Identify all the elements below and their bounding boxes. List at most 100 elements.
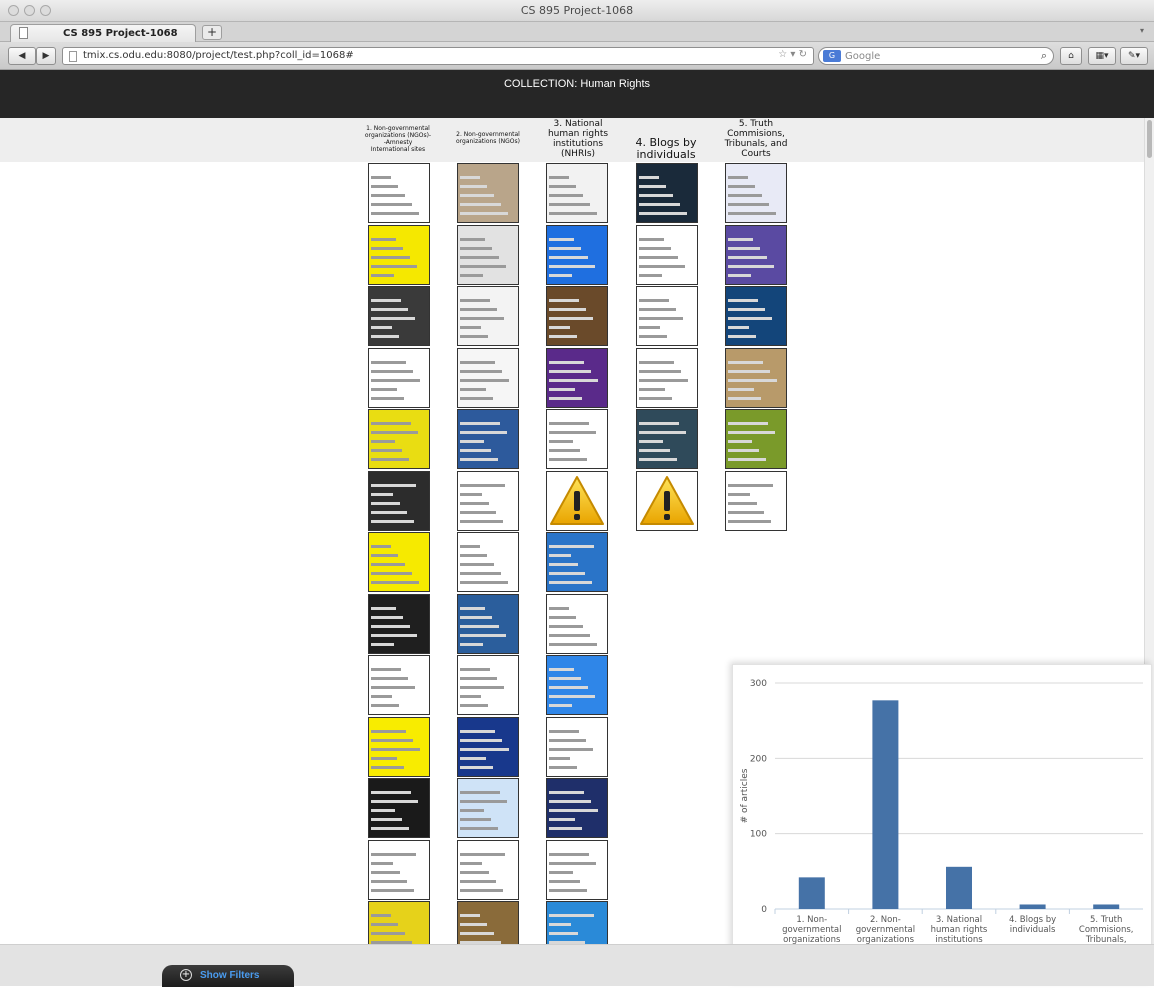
thumbnail-text-line [549,299,579,302]
thumbnail-text-line [639,203,680,206]
page-thumbnail[interactable] [457,286,519,346]
thumbnail-text-line [549,449,580,452]
page-thumbnail[interactable] [546,224,608,285]
thumbnail-text-line [460,194,494,197]
thumbnail-text-line [728,246,760,250]
page-thumbnail[interactable] [546,286,608,346]
home-button[interactable]: ⌂ [1060,47,1082,65]
page-thumbnail[interactable] [546,655,608,715]
thumbnail-text-line [460,791,500,794]
page-thumbnail[interactable] [636,286,698,346]
page-thumbnail[interactable] [546,593,608,654]
x-tick-label-line: human rights [931,925,988,935]
show-filters-button[interactable]: + Show Filters [162,965,294,987]
thumbnail-text-line [549,378,598,382]
thumbnail-text-line [728,308,765,311]
page-thumbnail[interactable] [725,470,787,531]
thumbnail-text-line [549,308,586,311]
thumbnail-text-line [371,317,415,320]
forward-button[interactable]: ▶ [36,47,56,65]
page-thumbnail[interactable] [368,347,430,408]
page-thumbnail[interactable] [457,716,519,777]
thumbnail-text-line [549,677,581,680]
thumbnail-text-line [728,519,771,523]
page-thumbnail[interactable] [457,839,519,900]
url-input[interactable]: tmix.cs.odu.edu:8080/project/test.php?co… [83,50,354,61]
page-thumbnail[interactable] [725,224,787,285]
page-thumbnail[interactable] [725,347,787,408]
thumbnail-text-line [549,237,574,241]
page-thumbnail[interactable] [546,532,608,592]
page-thumbnail[interactable] [546,901,608,944]
page-thumbnail[interactable] [457,778,519,838]
thumbnail-text-line [460,879,496,883]
google-engine-icon[interactable]: G [823,50,841,62]
missing-thumbnail-warning-icon[interactable] [636,470,698,531]
thumbnail-text-line [639,299,669,302]
page-thumbnail[interactable] [636,163,698,223]
tab-project[interactable]: CS 895 Project-1068 [10,24,196,42]
page-thumbnail[interactable] [725,409,787,469]
page-thumbnail[interactable] [457,224,519,285]
bookmark-star-icon[interactable]: ☆ ▾ ↻ [778,49,807,60]
page-thumbnail[interactable] [457,347,519,408]
tab-list-icon[interactable]: ▾ [1140,26,1144,35]
bar [872,700,899,909]
new-tab-button[interactable]: + [202,25,222,40]
page-thumbnail[interactable] [368,163,430,223]
page-thumbnail[interactable] [546,839,608,900]
back-button[interactable]: ◀ [8,47,36,65]
page-thumbnail[interactable] [368,286,430,346]
page-thumbnail[interactable] [368,409,430,469]
search-input[interactable]: Google [845,51,880,62]
url-bar[interactable]: tmix.cs.odu.edu:8080/project/test.php?co… [62,47,814,65]
page-thumbnail[interactable] [457,409,519,469]
page-thumbnail[interactable] [457,655,519,715]
page-thumbnail[interactable] [725,163,787,223]
thumbnail-text-line [460,308,497,311]
page-thumbnail[interactable] [368,839,430,900]
thumbnail-text-line [371,335,399,338]
thumbnail-text-line [460,686,504,689]
thumbnail-text-line [371,695,392,698]
page-thumbnail[interactable] [546,778,608,838]
thumbnail-text-line [549,563,578,566]
thumbnail-text-line [371,483,416,487]
thumbnail-text-line [549,554,571,557]
page-thumbnail[interactable] [368,224,430,285]
search-bar[interactable]: G Google ⌕ [818,47,1054,65]
page-thumbnail[interactable] [368,655,430,715]
page-thumbnail[interactable] [368,778,430,838]
thumbnail-text-line [460,704,488,707]
thumbnail-text-line [549,387,575,391]
search-icon[interactable]: ⌕ [1041,49,1047,63]
tools-button[interactable]: ✎▾ [1120,47,1148,65]
page-thumbnail[interactable] [368,901,430,944]
bookmarks-icon: ▦▾ [1095,51,1109,61]
thumbnail-text-line [460,387,486,391]
page-thumbnail[interactable] [457,532,519,592]
scrollbar-thumb[interactable] [1147,120,1152,158]
page-thumbnail[interactable] [457,593,519,654]
missing-thumbnail-warning-icon[interactable] [546,470,608,531]
thumbnail-text-line [549,203,590,206]
page-thumbnail[interactable] [546,409,608,469]
page-thumbnail[interactable] [368,716,430,777]
page-thumbnail[interactable] [368,470,430,531]
page-thumbnail[interactable] [546,716,608,777]
page-thumbnail[interactable] [546,347,608,408]
page-thumbnail[interactable] [457,470,519,531]
page-thumbnail[interactable] [636,347,698,408]
page-thumbnail[interactable] [546,163,608,223]
thumbnail-text-line [460,888,503,892]
thumbnail-text-line [549,615,576,619]
page-thumbnail[interactable] [725,286,787,346]
page-thumbnail[interactable] [457,901,519,944]
bookmarks-button[interactable]: ▦▾ [1088,47,1116,65]
page-thumbnail[interactable] [636,409,698,469]
page-thumbnail[interactable] [636,224,698,285]
page-thumbnail[interactable] [368,532,430,592]
page-thumbnail[interactable] [457,163,519,223]
page-thumbnail[interactable] [368,593,430,654]
thumbnail-text-line [549,335,577,338]
